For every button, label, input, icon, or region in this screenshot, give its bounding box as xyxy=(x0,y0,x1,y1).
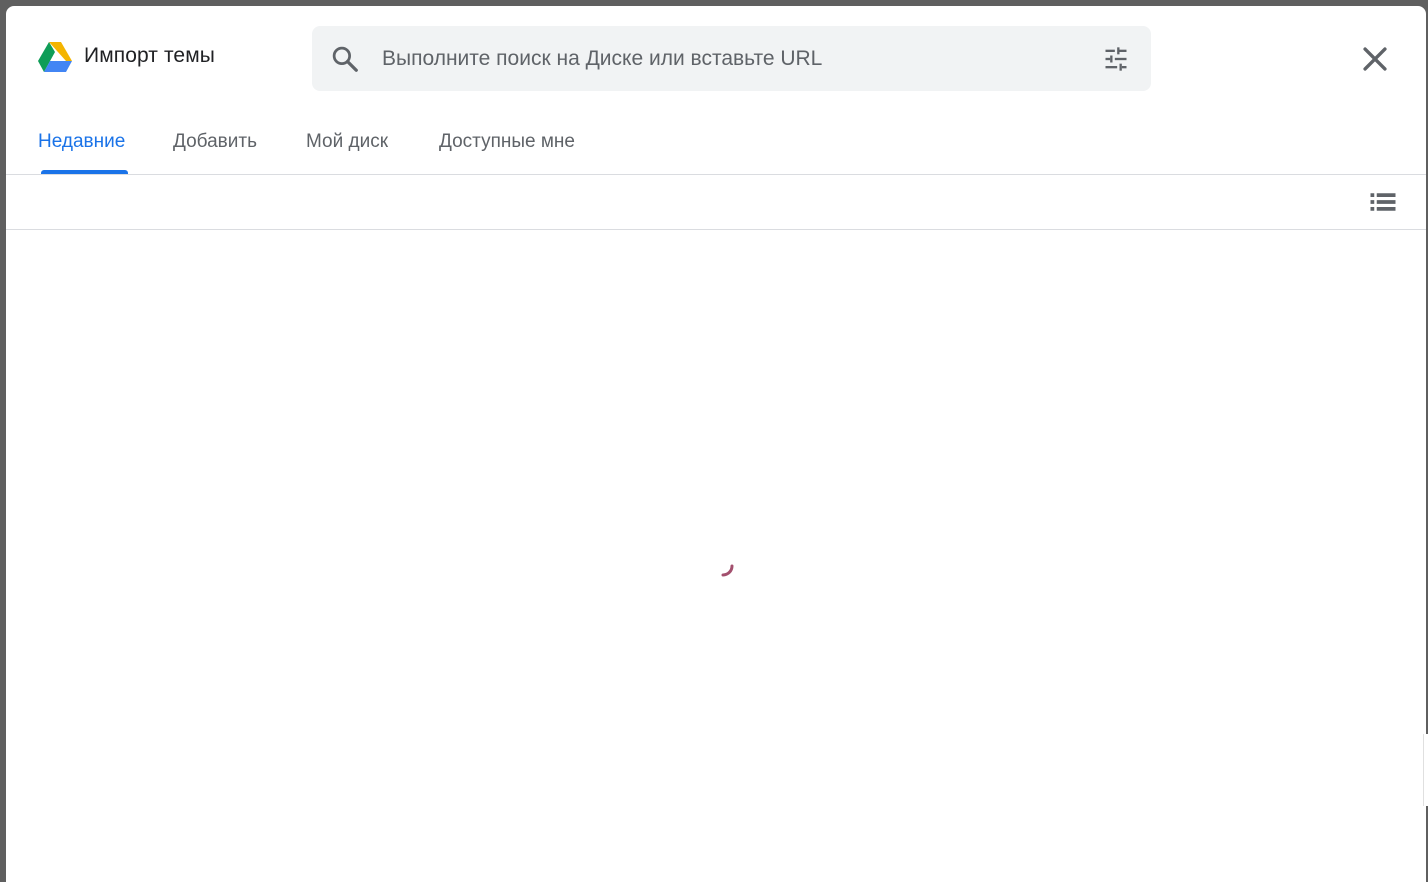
dialog-header: Импорт темы xyxy=(6,6,1426,110)
close-icon[interactable] xyxy=(1358,42,1392,76)
search-icon[interactable] xyxy=(330,44,360,74)
search-input[interactable] xyxy=(382,26,1082,91)
tab-recent[interactable]: Недавние xyxy=(38,110,125,174)
tab-my-drive[interactable]: Мой диск xyxy=(306,110,388,174)
view-toolbar xyxy=(6,175,1426,230)
dialog-title: Импорт темы xyxy=(84,44,215,67)
background-page-edge xyxy=(1423,734,1428,806)
list-view-icon[interactable] xyxy=(1368,187,1398,217)
tab-shared-with-me[interactable]: Доступные мне xyxy=(439,110,575,174)
active-tab-indicator xyxy=(41,170,128,174)
import-theme-dialog: Импорт темы Выполните поиск на Диске или… xyxy=(6,6,1426,882)
loading-spinner-icon xyxy=(721,564,734,577)
tab-upload[interactable]: Добавить xyxy=(173,110,257,174)
search-bar xyxy=(312,26,1151,91)
file-list-area xyxy=(6,230,1426,882)
tune-icon[interactable] xyxy=(1102,45,1130,73)
google-drive-logo-icon xyxy=(38,42,72,72)
tab-bar: Недавние Добавить Мой диск Доступные мне xyxy=(6,110,1426,175)
